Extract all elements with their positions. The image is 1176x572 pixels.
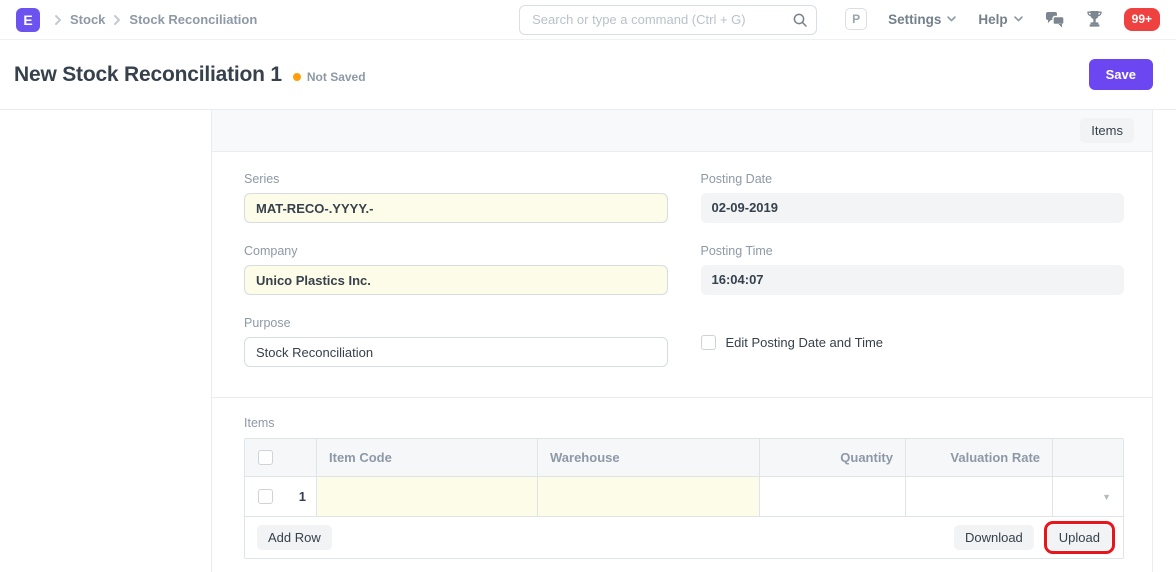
user-avatar[interactable]: P: [845, 8, 867, 30]
select-all-cell: [245, 439, 317, 476]
settings-label: Settings: [888, 12, 941, 27]
col-item-code: Item Code: [317, 439, 538, 476]
edit-posting-datetime-checkbox[interactable]: [701, 335, 716, 350]
download-button[interactable]: Download: [954, 525, 1034, 550]
row-expand-cell: ▼: [1053, 477, 1123, 516]
posting-date-label: Posting Date: [701, 172, 1125, 186]
series-label: Series: [244, 172, 668, 186]
items-section-button[interactable]: Items: [1080, 118, 1134, 143]
items-section: Items Item Code Warehouse Quantity Valua…: [212, 398, 1152, 572]
purpose-field: Purpose: [244, 316, 668, 367]
dropdown-caret-icon[interactable]: ▼: [1102, 492, 1111, 502]
posting-date-value: 02-09-2019: [701, 193, 1125, 223]
posting-time-label: Posting Time: [701, 244, 1125, 258]
table-row: 1 ▼: [245, 477, 1123, 517]
posting-date-field: Posting Date 02-09-2019: [701, 172, 1125, 223]
trophy-icon[interactable]: [1086, 10, 1103, 28]
edit-posting-datetime-field: Edit Posting Date and Time: [701, 316, 1125, 367]
form-card: Items Series Posting Date 02-09-2019 Com…: [211, 110, 1153, 572]
navbar: E Stock Stock Reconciliation P Settings …: [0, 0, 1176, 40]
form-section-nav: Items: [212, 110, 1152, 152]
navbar-right: P Settings Help: [845, 8, 1160, 30]
search-icon: [792, 12, 808, 31]
form-fields: Series Posting Date 02-09-2019 Company P…: [212, 152, 1152, 398]
company-input[interactable]: [244, 265, 668, 295]
items-grid: Item Code Warehouse Quantity Valuation R…: [244, 438, 1124, 559]
page-body: Items Series Posting Date 02-09-2019 Com…: [0, 110, 1176, 572]
global-search: [519, 5, 817, 35]
row-select-cell: 1: [245, 477, 317, 516]
row-checkbox[interactable]: [258, 489, 273, 504]
upload-button[interactable]: Upload: [1048, 525, 1111, 550]
row-index: 1: [299, 489, 306, 504]
add-row-button[interactable]: Add Row: [257, 525, 332, 550]
company-label: Company: [244, 244, 668, 258]
chevron-right-icon: [109, 12, 125, 28]
not-saved-dot-icon: [293, 73, 301, 81]
valuation-rate-cell[interactable]: [906, 477, 1053, 516]
select-all-checkbox[interactable]: [258, 450, 273, 465]
posting-time-value: 16:04:07: [701, 265, 1125, 295]
chat-icon[interactable]: [1045, 11, 1065, 28]
search-input[interactable]: [519, 5, 817, 35]
items-grid-footer: Add Row Download Upload: [245, 517, 1123, 558]
help-menu[interactable]: Help: [978, 12, 1023, 27]
app-logo-letter: E: [23, 12, 32, 28]
doc-status: Not Saved: [293, 66, 366, 84]
chevron-down-icon: [946, 12, 957, 27]
item-code-cell[interactable]: [317, 477, 538, 516]
col-valuation-rate: Valuation Rate: [906, 439, 1053, 476]
chevron-down-icon: [1013, 12, 1024, 27]
posting-time-field: Posting Time 16:04:07: [701, 244, 1125, 295]
warehouse-cell[interactable]: [538, 477, 760, 516]
breadcrumb-stock-reconciliation[interactable]: Stock Reconciliation: [129, 12, 257, 27]
col-actions: [1053, 439, 1123, 476]
col-quantity: Quantity: [760, 439, 906, 476]
breadcrumb-stock[interactable]: Stock: [70, 12, 105, 27]
breadcrumb: Stock Stock Reconciliation: [50, 12, 257, 28]
save-button[interactable]: Save: [1089, 59, 1153, 90]
purpose-label: Purpose: [244, 316, 668, 330]
quantity-cell[interactable]: [760, 477, 906, 516]
edit-posting-datetime-label: Edit Posting Date and Time: [726, 335, 884, 350]
help-label: Help: [978, 12, 1007, 27]
avatar-initial: P: [852, 12, 860, 26]
status-badge: Not Saved: [307, 70, 366, 84]
page-header: New Stock Reconciliation 1 Not Saved Sav…: [0, 40, 1176, 110]
col-warehouse: Warehouse: [538, 439, 760, 476]
settings-menu[interactable]: Settings: [888, 12, 957, 27]
page-title: New Stock Reconciliation 1: [14, 63, 282, 87]
series-input[interactable]: [244, 193, 668, 223]
series-field: Series: [244, 172, 668, 223]
items-grid-header: Item Code Warehouse Quantity Valuation R…: [245, 439, 1123, 477]
chevron-right-icon: [50, 12, 66, 28]
company-field: Company: [244, 244, 668, 295]
items-section-label: Items: [244, 416, 1124, 430]
notifications-badge[interactable]: 99+: [1124, 8, 1160, 30]
app-logo[interactable]: E: [16, 8, 40, 32]
purpose-select[interactable]: [244, 337, 668, 367]
